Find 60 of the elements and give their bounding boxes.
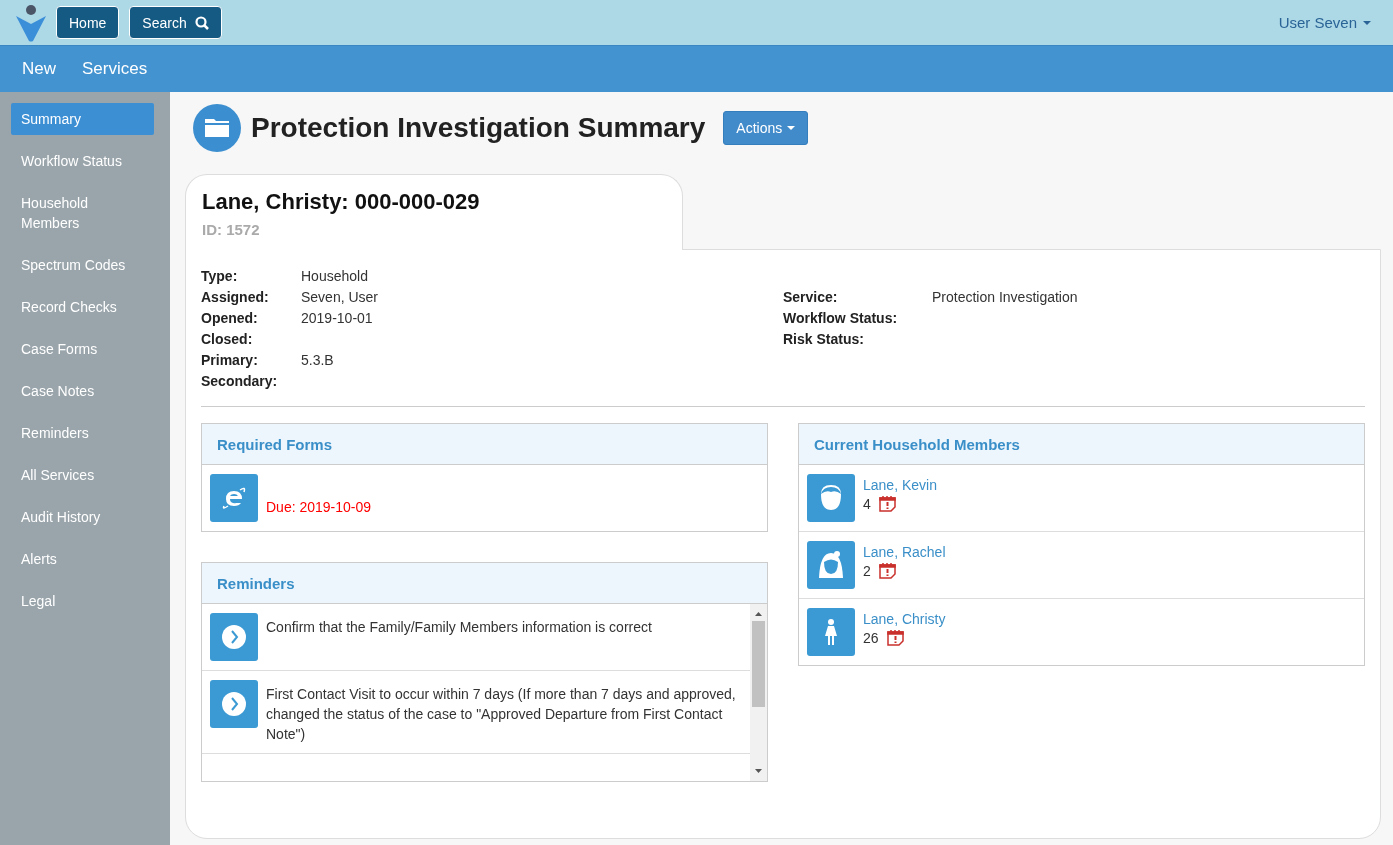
field-label: Primary: [201,351,259,370]
search-button[interactable]: Search [129,6,222,39]
home-button[interactable]: Home [56,6,120,39]
field-label: Risk Status: [783,330,865,349]
member-name[interactable]: Lane, Kevin [863,477,937,493]
field-value: Seven, User [301,288,379,307]
member-name[interactable]: Lane, Christy [863,611,946,627]
case-name: Lane, Christy: 000-000-029 [202,189,481,215]
boy-icon [818,484,844,512]
field-label: Service: [783,288,839,307]
member-age: 2 [863,562,871,579]
sidebar-item[interactable]: Legal [11,585,154,617]
chevron-icon [210,680,258,728]
sidebar-item[interactable]: Alerts [11,543,154,575]
member-name[interactable]: Lane, Rachel [863,544,946,560]
field-value: Household [301,267,368,286]
field-label: Closed: [201,330,254,349]
sidebar-item[interactable]: Spectrum Codes [11,249,154,281]
field-value: 5.3.B [301,351,334,370]
field-label: Assigned: [201,288,270,307]
sidebar-item[interactable]: Case Forms [11,333,154,365]
nav-link[interactable]: Services [82,59,148,79]
field-label: Opened: [201,309,259,328]
search-icon [194,15,209,30]
chevron-icon [210,613,258,661]
woman-icon [825,619,837,645]
sidebar-item[interactable]: Case Notes [11,375,154,407]
user-menu[interactable]: User Seven [1278,14,1371,31]
panel-title: Current Household Members [799,424,1364,465]
sidebar-item[interactable]: All Services [11,459,154,491]
field-label: Secondary: [201,372,279,391]
calendar-alert-icon [878,562,896,579]
form-icon [210,474,258,522]
folder-icon [193,104,241,152]
nav-link[interactable]: New [22,59,56,79]
calendar-alert-icon [886,629,904,646]
field-label: Workflow Status: [783,309,899,328]
girl-icon [817,550,845,580]
field-label: Type: [201,267,239,286]
calendar-alert-icon [878,495,896,512]
due-date: Due: 2019-10-09 [266,499,372,515]
sidebar-item[interactable]: Household Members [11,187,154,239]
field-value: Protection Investigation [932,288,1078,307]
panel-title: Required Forms [202,424,767,465]
scrollbar[interactable] [750,604,767,781]
reminder-text: Confirm that the Family/Family Members information is correct [266,618,652,637]
sidebar-item[interactable]: Workflow Status [11,145,154,177]
field-value: 2019-10-01 [301,309,373,328]
actions-button[interactable]: Actions [723,111,809,145]
page-title: Protection Investigation Summary [251,112,706,144]
case-id: ID: 1572 [202,221,261,238]
reminder-text: First Contact Visit to occur within 7 days (If more than 7 days and approved, changed the status of the case to "Approved Departure from First Contact Note") [266,685,737,744]
logo-icon [16,3,46,42]
sidebar-item[interactable]: Record Checks [11,291,154,323]
sidebar-item[interactable]: Audit History [11,501,154,533]
sidebar-item[interactable]: Summary [11,103,154,135]
sidebar-item[interactable]: Reminders [11,417,154,449]
member-age: 4 [863,495,871,512]
panel-title: Reminders [202,563,767,604]
member-age: 26 [863,629,879,646]
